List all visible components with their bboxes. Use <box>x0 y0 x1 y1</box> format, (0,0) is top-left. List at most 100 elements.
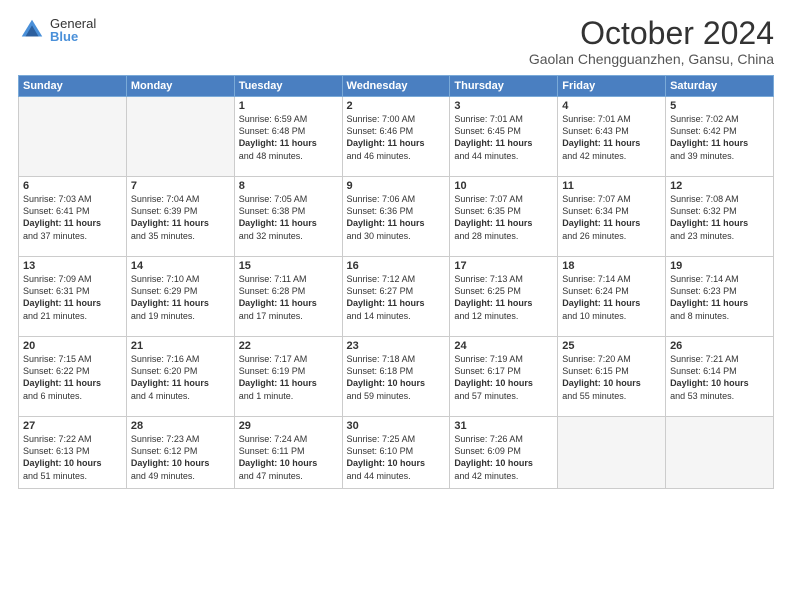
calendar-cell: 16Sunrise: 7:12 AMSunset: 6:27 PMDayligh… <box>342 257 450 337</box>
day-number: 14 <box>131 260 230 272</box>
calendar-cell: 30Sunrise: 7:25 AMSunset: 6:10 PMDayligh… <box>342 417 450 489</box>
day-number: 5 <box>670 100 769 112</box>
day-number: 25 <box>562 340 661 352</box>
day-number: 27 <box>23 420 122 432</box>
day-number: 26 <box>670 340 769 352</box>
weekday-header: Sunday <box>19 76 127 97</box>
cell-content: Sunrise: 7:04 AMSunset: 6:39 PMDaylight:… <box>131 193 230 242</box>
calendar-cell: 20Sunrise: 7:15 AMSunset: 6:22 PMDayligh… <box>19 337 127 417</box>
cell-content: Sunrise: 7:24 AMSunset: 6:11 PMDaylight:… <box>239 433 338 482</box>
weekday-header-row: SundayMondayTuesdayWednesdayThursdayFrid… <box>19 76 774 97</box>
calendar-cell: 27Sunrise: 7:22 AMSunset: 6:13 PMDayligh… <box>19 417 127 489</box>
logo-blue-text: Blue <box>50 30 96 43</box>
calendar-cell: 6Sunrise: 7:03 AMSunset: 6:41 PMDaylight… <box>19 177 127 257</box>
calendar-cell: 12Sunrise: 7:08 AMSunset: 6:32 PMDayligh… <box>666 177 774 257</box>
weekday-header: Monday <box>126 76 234 97</box>
weekday-header: Friday <box>558 76 666 97</box>
cell-content: Sunrise: 7:09 AMSunset: 6:31 PMDaylight:… <box>23 273 122 322</box>
day-number: 8 <box>239 180 338 192</box>
calendar-table: SundayMondayTuesdayWednesdayThursdayFrid… <box>18 75 774 489</box>
calendar-cell: 5Sunrise: 7:02 AMSunset: 6:42 PMDaylight… <box>666 97 774 177</box>
calendar-cell: 4Sunrise: 7:01 AMSunset: 6:43 PMDaylight… <box>558 97 666 177</box>
cell-content: Sunrise: 7:08 AMSunset: 6:32 PMDaylight:… <box>670 193 769 242</box>
cell-content: Sunrise: 7:11 AMSunset: 6:28 PMDaylight:… <box>239 273 338 322</box>
cell-content: Sunrise: 7:05 AMSunset: 6:38 PMDaylight:… <box>239 193 338 242</box>
cell-content: Sunrise: 7:00 AMSunset: 6:46 PMDaylight:… <box>347 113 446 162</box>
calendar-cell: 13Sunrise: 7:09 AMSunset: 6:31 PMDayligh… <box>19 257 127 337</box>
calendar-cell: 18Sunrise: 7:14 AMSunset: 6:24 PMDayligh… <box>558 257 666 337</box>
calendar-cell <box>558 417 666 489</box>
cell-content: Sunrise: 7:10 AMSunset: 6:29 PMDaylight:… <box>131 273 230 322</box>
cell-content: Sunrise: 7:07 AMSunset: 6:35 PMDaylight:… <box>454 193 553 242</box>
calendar-cell: 3Sunrise: 7:01 AMSunset: 6:45 PMDaylight… <box>450 97 558 177</box>
weekday-header: Thursday <box>450 76 558 97</box>
calendar-cell: 14Sunrise: 7:10 AMSunset: 6:29 PMDayligh… <box>126 257 234 337</box>
cell-content: Sunrise: 7:21 AMSunset: 6:14 PMDaylight:… <box>670 353 769 402</box>
cell-content: Sunrise: 7:22 AMSunset: 6:13 PMDaylight:… <box>23 433 122 482</box>
day-number: 21 <box>131 340 230 352</box>
day-number: 11 <box>562 180 661 192</box>
day-number: 18 <box>562 260 661 272</box>
calendar-week-row: 20Sunrise: 7:15 AMSunset: 6:22 PMDayligh… <box>19 337 774 417</box>
calendar-cell: 25Sunrise: 7:20 AMSunset: 6:15 PMDayligh… <box>558 337 666 417</box>
calendar-cell <box>126 97 234 177</box>
weekday-header: Saturday <box>666 76 774 97</box>
day-number: 10 <box>454 180 553 192</box>
calendar-cell: 1Sunrise: 6:59 AMSunset: 6:48 PMDaylight… <box>234 97 342 177</box>
calendar-cell: 24Sunrise: 7:19 AMSunset: 6:17 PMDayligh… <box>450 337 558 417</box>
cell-content: Sunrise: 7:26 AMSunset: 6:09 PMDaylight:… <box>454 433 553 482</box>
day-number: 13 <box>23 260 122 272</box>
calendar-cell: 31Sunrise: 7:26 AMSunset: 6:09 PMDayligh… <box>450 417 558 489</box>
calendar-cell: 19Sunrise: 7:14 AMSunset: 6:23 PMDayligh… <box>666 257 774 337</box>
day-number: 16 <box>347 260 446 272</box>
cell-content: Sunrise: 7:07 AMSunset: 6:34 PMDaylight:… <box>562 193 661 242</box>
day-number: 2 <box>347 100 446 112</box>
weekday-header: Wednesday <box>342 76 450 97</box>
cell-content: Sunrise: 7:13 AMSunset: 6:25 PMDaylight:… <box>454 273 553 322</box>
calendar-cell: 17Sunrise: 7:13 AMSunset: 6:25 PMDayligh… <box>450 257 558 337</box>
logo-icon <box>18 16 46 44</box>
calendar-cell <box>19 97 127 177</box>
day-number: 1 <box>239 100 338 112</box>
cell-content: Sunrise: 7:25 AMSunset: 6:10 PMDaylight:… <box>347 433 446 482</box>
calendar-cell: 29Sunrise: 7:24 AMSunset: 6:11 PMDayligh… <box>234 417 342 489</box>
day-number: 24 <box>454 340 553 352</box>
calendar-cell: 26Sunrise: 7:21 AMSunset: 6:14 PMDayligh… <box>666 337 774 417</box>
day-number: 9 <box>347 180 446 192</box>
day-number: 28 <box>131 420 230 432</box>
calendar-week-row: 27Sunrise: 7:22 AMSunset: 6:13 PMDayligh… <box>19 417 774 489</box>
month-title: October 2024 <box>529 16 774 51</box>
day-number: 29 <box>239 420 338 432</box>
day-number: 23 <box>347 340 446 352</box>
cell-content: Sunrise: 7:01 AMSunset: 6:43 PMDaylight:… <box>562 113 661 162</box>
day-number: 19 <box>670 260 769 272</box>
day-number: 17 <box>454 260 553 272</box>
calendar-week-row: 6Sunrise: 7:03 AMSunset: 6:41 PMDaylight… <box>19 177 774 257</box>
cell-content: Sunrise: 7:16 AMSunset: 6:20 PMDaylight:… <box>131 353 230 402</box>
day-number: 3 <box>454 100 553 112</box>
location-title: Gaolan Chengguanzhen, Gansu, China <box>529 51 774 67</box>
cell-content: Sunrise: 7:06 AMSunset: 6:36 PMDaylight:… <box>347 193 446 242</box>
cell-content: Sunrise: 7:01 AMSunset: 6:45 PMDaylight:… <box>454 113 553 162</box>
day-number: 20 <box>23 340 122 352</box>
day-number: 22 <box>239 340 338 352</box>
cell-content: Sunrise: 6:59 AMSunset: 6:48 PMDaylight:… <box>239 113 338 162</box>
calendar-cell: 7Sunrise: 7:04 AMSunset: 6:39 PMDaylight… <box>126 177 234 257</box>
calendar-cell: 11Sunrise: 7:07 AMSunset: 6:34 PMDayligh… <box>558 177 666 257</box>
calendar-cell: 10Sunrise: 7:07 AMSunset: 6:35 PMDayligh… <box>450 177 558 257</box>
calendar-cell: 15Sunrise: 7:11 AMSunset: 6:28 PMDayligh… <box>234 257 342 337</box>
cell-content: Sunrise: 7:02 AMSunset: 6:42 PMDaylight:… <box>670 113 769 162</box>
calendar-cell: 23Sunrise: 7:18 AMSunset: 6:18 PMDayligh… <box>342 337 450 417</box>
calendar-cell: 22Sunrise: 7:17 AMSunset: 6:19 PMDayligh… <box>234 337 342 417</box>
day-number: 4 <box>562 100 661 112</box>
calendar-week-row: 13Sunrise: 7:09 AMSunset: 6:31 PMDayligh… <box>19 257 774 337</box>
logo: General Blue <box>18 16 96 44</box>
cell-content: Sunrise: 7:12 AMSunset: 6:27 PMDaylight:… <box>347 273 446 322</box>
calendar-cell: 9Sunrise: 7:06 AMSunset: 6:36 PMDaylight… <box>342 177 450 257</box>
calendar-cell <box>666 417 774 489</box>
cell-content: Sunrise: 7:14 AMSunset: 6:24 PMDaylight:… <box>562 273 661 322</box>
page-header: General Blue October 2024 Gaolan Chenggu… <box>18 16 774 67</box>
day-number: 30 <box>347 420 446 432</box>
weekday-header: Tuesday <box>234 76 342 97</box>
day-number: 15 <box>239 260 338 272</box>
